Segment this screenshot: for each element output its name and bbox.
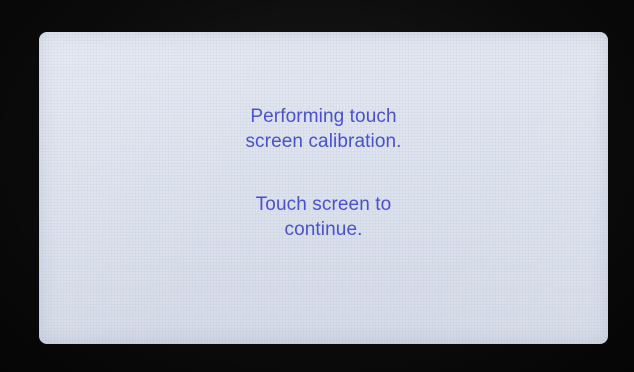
- continue-instruction-line-1: Touch screen to: [255, 194, 392, 215]
- touch-screen[interactable]: Performing touch screen calibration. Tou…: [39, 32, 608, 344]
- calibration-message-line-1: Performing touch: [250, 106, 397, 127]
- screen-glare: [39, 32, 608, 344]
- calibration-message: Performing touch screen calibration.: [39, 104, 608, 154]
- device-bezel: Performing touch screen calibration. Tou…: [0, 0, 634, 372]
- continue-instruction-line-2: continue.: [284, 219, 363, 240]
- calibration-message-line-2: screen calibration.: [245, 131, 402, 152]
- continue-instruction: Touch screen to continue.: [39, 192, 608, 242]
